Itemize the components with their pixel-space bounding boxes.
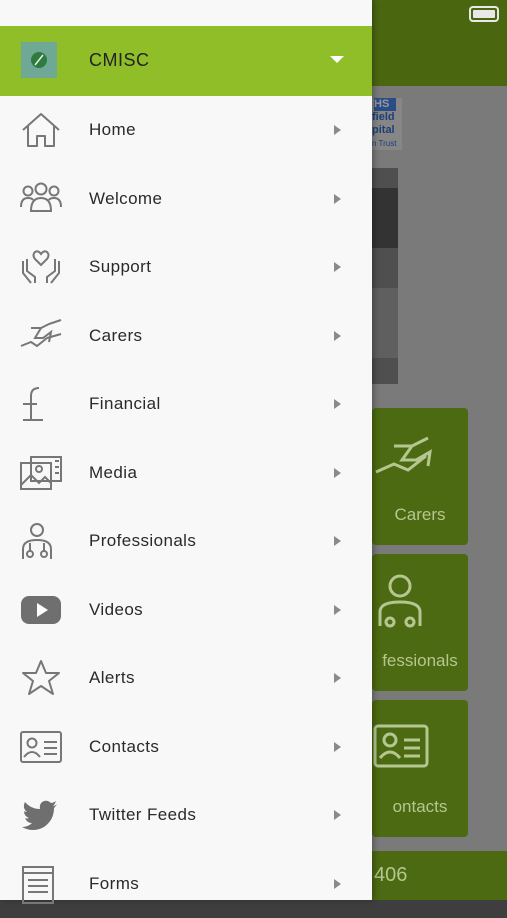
chevron-right-icon — [334, 125, 341, 135]
menu-list: Home Welcome Support Ca — [0, 96, 372, 918]
hospital-photo — [372, 168, 398, 384]
drawer-title: CMISC — [89, 50, 150, 71]
menu-item-videos[interactable]: Videos — [0, 576, 372, 645]
twitter-icon — [19, 795, 63, 835]
tile-carers[interactable]: Carers — [372, 408, 468, 545]
menu-item-label: Support — [89, 257, 151, 277]
chevron-right-icon — [334, 331, 341, 341]
chevron-right-icon — [334, 810, 341, 820]
menu-item-carers[interactable]: Carers — [0, 302, 372, 371]
contact-card-icon — [19, 727, 63, 767]
menu-item-forms[interactable]: Forms — [0, 850, 372, 918]
menu-item-contacts[interactable]: Contacts — [0, 713, 372, 782]
menu-item-label: Home — [89, 120, 136, 140]
chevron-right-icon — [334, 605, 341, 615]
menu-item-alerts[interactable]: Alerts — [0, 644, 372, 713]
menu-item-label: Videos — [89, 600, 143, 620]
menu-item-professionals[interactable]: Professionals — [0, 507, 372, 576]
menu-item-label: Alerts — [89, 668, 135, 688]
background-bottom-bar[interactable]: 406 — [372, 851, 507, 900]
menu-item-label: Welcome — [89, 189, 162, 209]
chevron-right-icon — [334, 262, 341, 272]
doctor-icon — [19, 521, 63, 561]
menu-item-financial[interactable]: Financial — [0, 370, 372, 439]
menu-item-label: Media — [89, 463, 137, 483]
star-icon — [19, 658, 63, 698]
play-icon — [19, 590, 63, 630]
chevron-right-icon — [334, 468, 341, 478]
tile-professionals[interactable]: fessionals — [372, 554, 468, 691]
chevron-right-icon — [334, 879, 341, 889]
menu-item-welcome[interactable]: Welcome — [0, 165, 372, 234]
chevron-right-icon — [334, 742, 341, 752]
cmisc-logo — [21, 42, 57, 78]
tile-contacts[interactable]: ontacts — [372, 700, 468, 837]
people-icon — [19, 179, 63, 219]
bottom-bar-text: 406 — [372, 864, 407, 886]
drawer-header[interactable]: CMISC — [0, 26, 372, 96]
menu-item-label: Carers — [89, 326, 142, 346]
handshake-icon — [19, 316, 63, 356]
menu-item-support[interactable]: Support — [0, 233, 372, 302]
menu-item-label: Contacts — [89, 737, 159, 757]
tile-label: Carers — [372, 505, 468, 525]
form-icon — [19, 864, 63, 904]
menu-item-label: Forms — [89, 874, 139, 894]
menu-item-media[interactable]: Media — [0, 439, 372, 508]
pound-icon — [19, 384, 63, 424]
tile-label: fessionals — [372, 651, 468, 671]
professionals-icon — [372, 572, 468, 632]
media-icon — [19, 453, 63, 493]
chevron-right-icon — [334, 536, 341, 546]
home-icon — [19, 110, 63, 150]
nhs-logo: HS field pital n Trust — [372, 98, 402, 150]
menu-item-label: Financial — [89, 394, 161, 414]
contacts-icon — [372, 718, 468, 778]
hands-heart-icon — [19, 247, 63, 287]
chevron-down-icon[interactable] — [330, 56, 344, 63]
menu-item-label: Professionals — [89, 531, 196, 551]
carers-icon — [372, 426, 468, 486]
status-bar — [0, 0, 372, 26]
tile-label: ontacts — [372, 797, 468, 817]
menu-item-home[interactable]: Home — [0, 96, 372, 165]
menu-item-twitter-feeds[interactable]: Twitter Feeds — [0, 781, 372, 850]
battery-icon — [469, 6, 499, 22]
chevron-right-icon — [334, 399, 341, 409]
navigation-drawer[interactable]: CMISC Home Welcome Supp — [0, 0, 372, 900]
menu-item-label: Twitter Feeds — [89, 805, 196, 825]
chevron-right-icon — [334, 194, 341, 204]
chevron-right-icon — [334, 673, 341, 683]
leaf-icon — [29, 50, 49, 70]
